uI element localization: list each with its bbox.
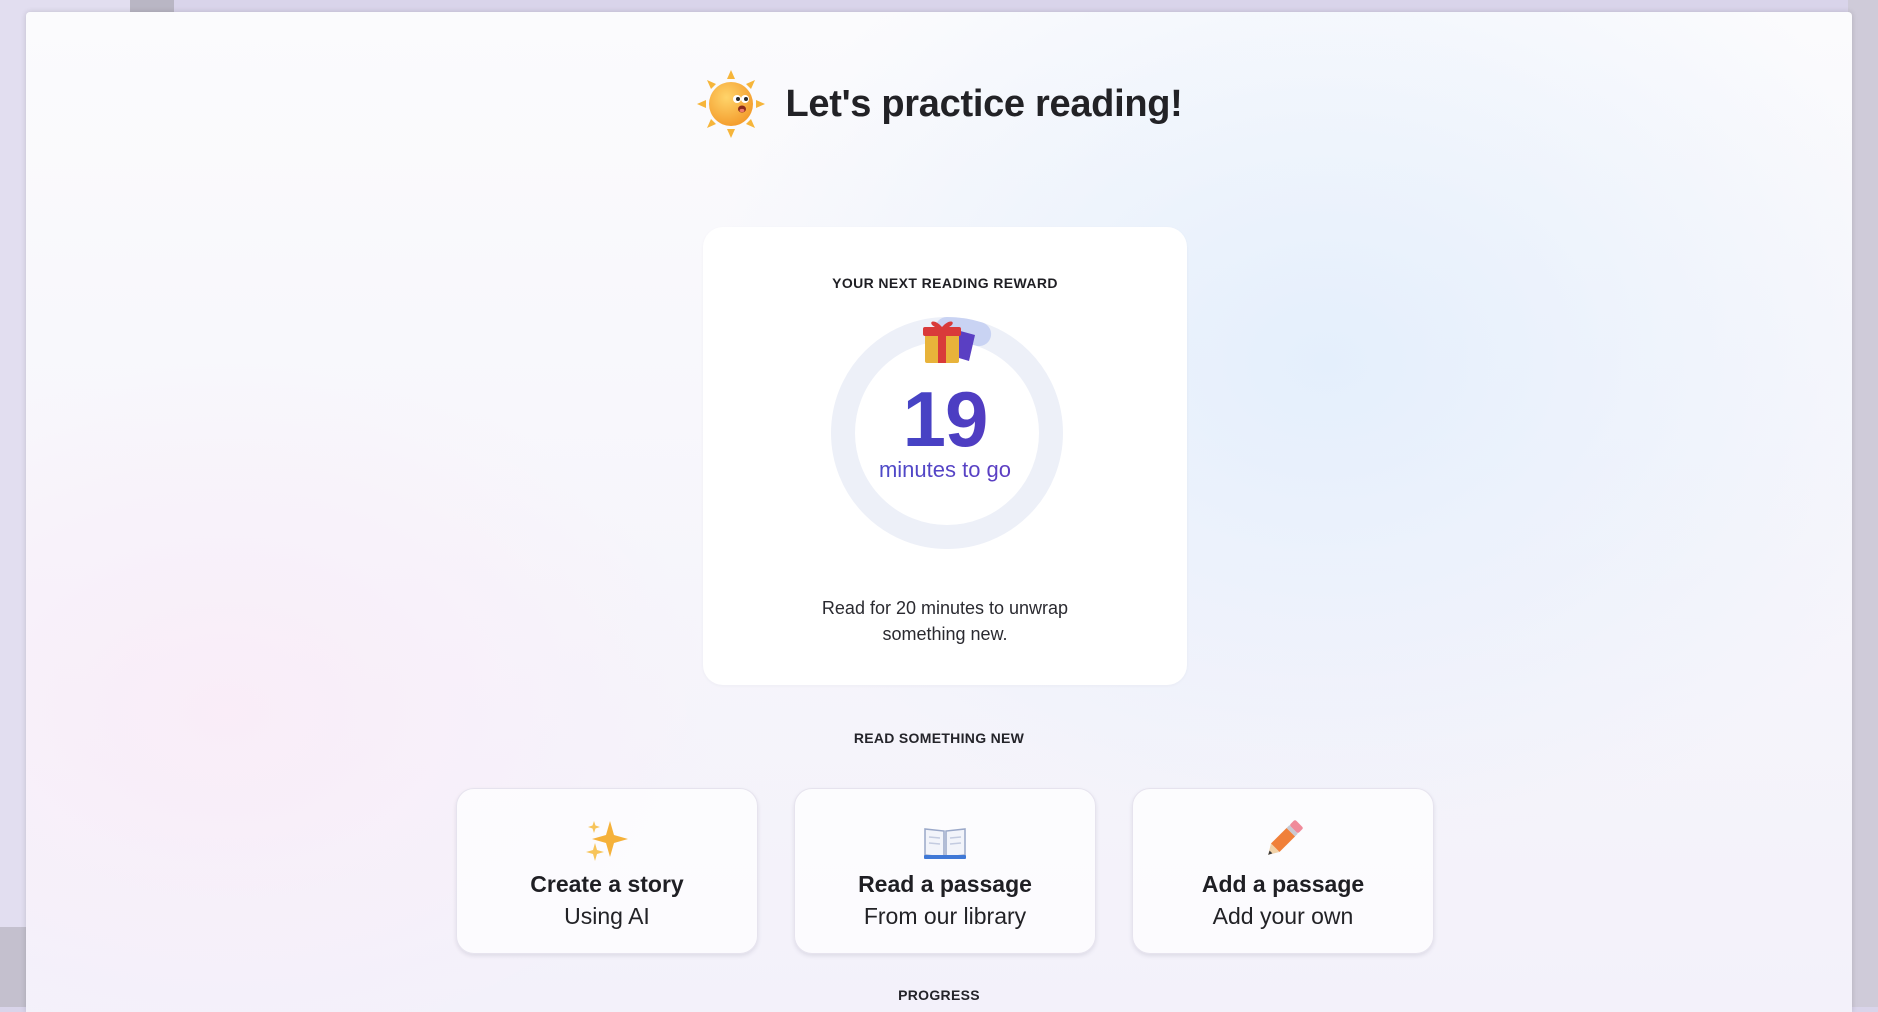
read-something-new-label: READ SOMETHING NEW [26,730,1852,746]
background-window-edge [1848,0,1878,1007]
pencil-icon [1260,817,1306,863]
progress-label: PROGRESS [26,987,1852,1003]
minutes-remaining-count: 19 [703,374,1187,465]
reward-label: YOUR NEXT READING REWARD [703,275,1187,291]
option-title: Add a passage [1133,871,1433,898]
open-book-icon [922,817,968,863]
option-subtitle: From our library [795,903,1095,930]
sparkles-icon [584,817,630,863]
page-header: Let's practice reading! [26,68,1852,140]
reading-options: Create a story Using AI Read a passage F… [456,788,1436,954]
reward-card: YOUR NEXT READING REWARD 19 minutes to g… [703,227,1187,685]
minutes-remaining-unit: minutes to go [703,457,1187,483]
create-story-card[interactable]: Create a story Using AI [456,788,758,954]
read-passage-card[interactable]: Read a passage From our library [794,788,1096,954]
option-title: Read a passage [795,871,1095,898]
reward-description: Read for 20 minutes to unwrap something … [793,595,1097,647]
page-title: Let's practice reading! [785,83,1182,126]
add-passage-card[interactable]: Add a passage Add your own [1132,788,1434,954]
gift-icon [921,315,977,365]
app-window: Let's practice reading! YOUR NEXT READIN… [26,12,1852,1012]
option-subtitle: Add your own [1133,903,1433,930]
sun-mascot-icon [695,68,767,140]
option-title: Create a story [457,871,757,898]
option-subtitle: Using AI [457,903,757,930]
